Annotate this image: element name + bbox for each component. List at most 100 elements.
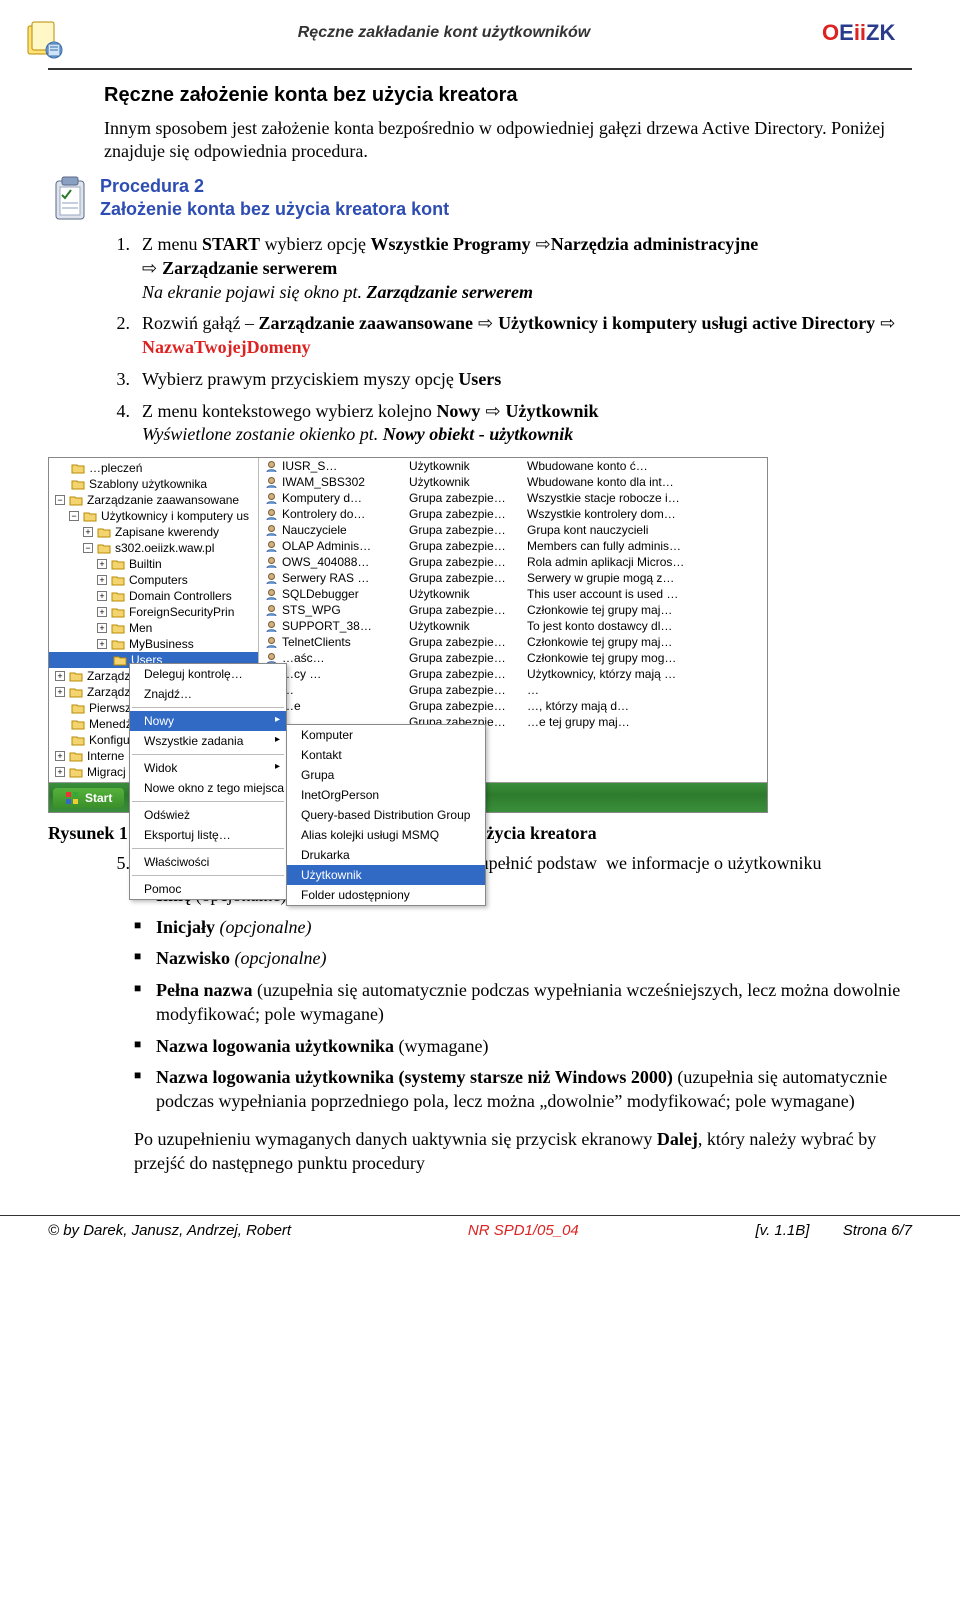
folder-icon — [69, 685, 83, 699]
tree-item[interactable]: +ForeignSecurityPrin — [49, 604, 258, 620]
expand-icon[interactable]: + — [97, 591, 107, 601]
menu-item[interactable]: Folder udostępniony — [287, 885, 485, 905]
cell-type: Grupa zabezpie… — [409, 603, 519, 617]
expand-icon[interactable]: + — [55, 751, 65, 761]
menu-item[interactable]: Właściwości — [130, 852, 286, 872]
list-row[interactable]: Serwery RAS …Grupa zabezpie…Serwery w gr… — [259, 570, 767, 586]
list-row[interactable]: …Grupa zabezpie… … — [259, 682, 767, 698]
expand-icon[interactable]: + — [83, 527, 93, 537]
tree-item[interactable]: …pleczeń — [49, 460, 258, 476]
folder-icon — [111, 621, 125, 635]
list-row[interactable]: …aśc…Grupa zabezpie…Członkowie tej grupy… — [259, 650, 767, 666]
svg-text:OEiiZK: OEiiZK — [822, 20, 895, 45]
folder-icon — [69, 765, 83, 779]
bullet-item: Nazwisko (opcjonalne) — [134, 947, 912, 971]
cell-name: Serwery RAS … — [282, 571, 369, 585]
folder-icon — [71, 733, 85, 747]
tree-label: Konfigu — [89, 733, 130, 747]
expand-icon[interactable]: + — [97, 575, 107, 585]
tree-item[interactable]: −Użytkownicy i komputery us — [49, 508, 258, 524]
list-row[interactable]: …cy …Grupa zabezpie…Użytkownicy, którzy … — [259, 666, 767, 682]
expand-icon[interactable]: + — [97, 607, 107, 617]
bullet-item: Inicjały (opcjonalne) — [134, 916, 912, 940]
cell-desc: Członkowie tej grupy maj… — [527, 603, 761, 617]
cell-name: Nauczyciele — [282, 523, 347, 537]
list-row[interactable]: IUSR_S…UżytkownikWbudowane konto ć… — [259, 458, 767, 474]
tree-item[interactable]: +Zapisane kwerendy — [49, 524, 258, 540]
menu-item[interactable]: Kontakt — [287, 745, 485, 765]
expand-icon[interactable]: + — [55, 671, 65, 681]
menu-item[interactable]: Query-based Distribution Group — [287, 805, 485, 825]
context-submenu: KomputerKontaktGrupaInetOrgPersonQuery-b… — [286, 724, 486, 906]
tree-item[interactable]: −s302.oeiizk.waw.pl — [49, 540, 258, 556]
menu-item[interactable]: Odśwież — [130, 805, 286, 825]
folder-icon — [69, 493, 83, 507]
list-row[interactable]: OLAP Adminis…Grupa zabezpie…Members can … — [259, 538, 767, 554]
cell-desc: Członkowie tej grupy maj… — [527, 635, 761, 649]
list-row[interactable]: OWS_404088…Grupa zabezpie…Rola admin apl… — [259, 554, 767, 570]
cell-type: Użytkownik — [409, 475, 519, 489]
tree-label: Men — [129, 621, 152, 635]
tree-label: Computers — [129, 573, 188, 587]
expand-icon[interactable]: − — [83, 543, 93, 553]
bullet-item: Nazwa logowania użytkownika (wymagane) — [134, 1035, 912, 1059]
tree-item[interactable]: + Domain Controllers — [49, 588, 258, 604]
cell-desc: …e tej grupy maj… — [527, 715, 761, 729]
cell-type: Grupa zabezpie… — [409, 699, 519, 713]
tree-item[interactable]: Szablony użytkownika — [49, 476, 258, 492]
menu-item[interactable]: Znajdź… — [130, 684, 286, 704]
tree-item[interactable]: +MyBusiness — [49, 636, 258, 652]
tree-label: Domain Controllers — [129, 589, 232, 603]
tree-item[interactable]: + Men — [49, 620, 258, 636]
expand-icon[interactable]: + — [97, 623, 107, 633]
step-text: Z menu START wybierz opcję Wszystkie Pro… — [142, 233, 912, 304]
cell-type: Użytkownik — [409, 459, 519, 473]
expand-icon[interactable]: + — [97, 639, 107, 649]
menu-item[interactable]: Deleguj kontrolę… — [130, 664, 286, 684]
list-row[interactable]: Komputery d…Grupa zabezpie…Wszystkie sta… — [259, 490, 767, 506]
folder-icon — [111, 573, 125, 587]
start-button[interactable]: Start — [53, 788, 124, 808]
expand-icon[interactable]: + — [55, 767, 65, 777]
menu-item[interactable]: Wszystkie zadania — [130, 731, 286, 751]
menu-item[interactable]: Nowy — [130, 711, 286, 731]
list-row[interactable]: IWAM_SBS302UżytkownikWbudowane konto dla… — [259, 474, 767, 490]
list-row[interactable]: TelnetClientsGrupa zabezpie…Członkowie t… — [259, 634, 767, 650]
tree-item[interactable]: +Builtin — [49, 556, 258, 572]
menu-item[interactable]: Pomoc — [130, 879, 286, 899]
menu-item[interactable]: Widok — [130, 758, 286, 778]
folder-icon — [113, 653, 127, 667]
cell-name: SUPPORT_38… — [282, 619, 372, 633]
menu-item[interactable]: Nowe okno z tego miejsca — [130, 778, 286, 798]
expand-icon[interactable]: − — [69, 511, 79, 521]
menu-item[interactable]: Alias kolejki usługi MSMQ — [287, 825, 485, 845]
cell-type: Grupa zabezpie… — [409, 507, 519, 521]
cell-type: Grupa zabezpie… — [409, 539, 519, 553]
list-row[interactable]: SQLDebuggerUżytkownikThis user account i… — [259, 586, 767, 602]
cell-desc: Wszystkie stacje robocze i… — [527, 491, 761, 505]
expand-icon[interactable]: − — [55, 495, 65, 505]
figure-screenshot: …pleczeńSzablony użytkownika−Zarządzanie… — [48, 457, 912, 813]
menu-item[interactable]: Drukarka — [287, 845, 485, 865]
tree-item[interactable]: −Zarządzanie zaawansowane — [49, 492, 258, 508]
menu-item[interactable]: InetOrgPerson — [287, 785, 485, 805]
header-title: Ręczne zakładanie kont użytkowników — [66, 20, 822, 42]
clipboard-icon — [48, 175, 92, 223]
list-row[interactable]: SUPPORT_38…UżytkownikTo jest konto dosta… — [259, 618, 767, 634]
cell-type: Grupa zabezpie… — [409, 683, 519, 697]
expand-icon[interactable]: + — [97, 559, 107, 569]
list-row[interactable]: …eGrupa zabezpie……, którzy mają d… — [259, 698, 767, 714]
expand-icon[interactable]: + — [55, 687, 65, 697]
menu-item[interactable]: Eksportuj listę… — [130, 825, 286, 845]
menu-item[interactable]: Użytkownik — [287, 865, 485, 885]
cell-name: Komputery d… — [282, 491, 362, 505]
tree-label: Zarządz — [87, 669, 130, 683]
list-row[interactable]: NauczycieleGrupa zabezpie…Grupa kont nau… — [259, 522, 767, 538]
list-row[interactable]: Kontrolery do…Grupa zabezpie…Wszystkie k… — [259, 506, 767, 522]
tree-item[interactable]: + Computers — [49, 572, 258, 588]
cell-name: …aśc… — [282, 651, 325, 665]
menu-item[interactable]: Grupa — [287, 765, 485, 785]
list-row[interactable]: STS_WPGGrupa zabezpie…Członkowie tej gru… — [259, 602, 767, 618]
menu-item[interactable]: Komputer — [287, 725, 485, 745]
cell-desc: …, którzy mają d… — [527, 699, 761, 713]
